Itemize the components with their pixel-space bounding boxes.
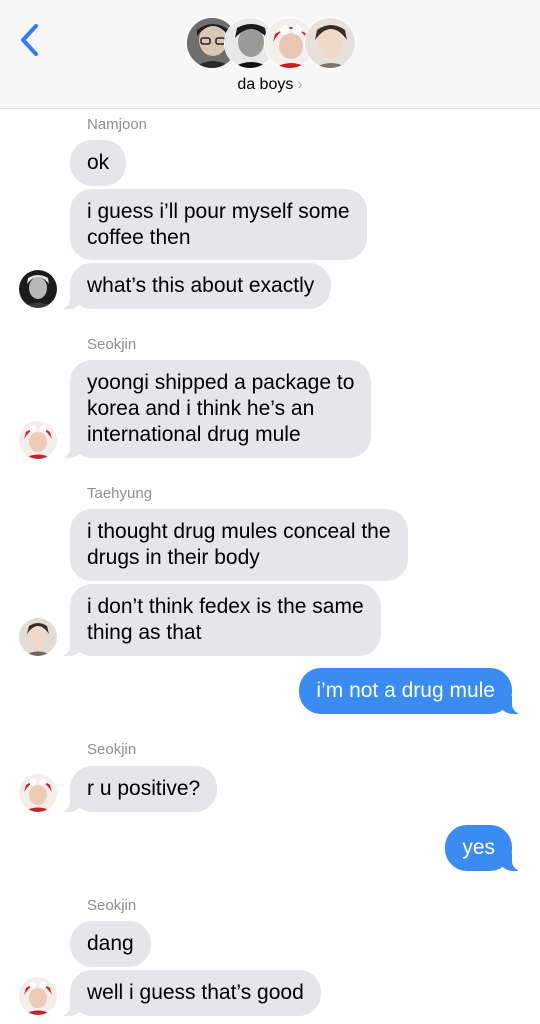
back-button[interactable] — [16, 22, 46, 58]
message-text: r u positive? — [87, 777, 201, 800]
message-text: coffee then — [87, 225, 191, 249]
message-bubble[interactable]: well i guess that’s good — [60, 970, 321, 1016]
sender-name: Seokjin — [87, 741, 137, 758]
conversation-header: da boys › — [0, 0, 540, 109]
avatar[interactable] — [19, 774, 57, 812]
sender-name: Namjoon — [87, 116, 148, 133]
group-avatars[interactable] — [186, 17, 356, 71]
message-text: international drug mule — [87, 423, 301, 446]
sender-name: Taehyung — [87, 485, 153, 502]
chevron-right-icon: › — [297, 76, 303, 93]
message-text: drugs in their body — [87, 546, 260, 569]
message-bubble[interactable]: yoongi shipped a package to korea and i … — [59, 360, 372, 458]
message-text: ok — [87, 151, 110, 174]
sender-name: Seokjin — [87, 897, 137, 914]
conversation-title[interactable]: da boys › — [0, 76, 540, 94]
message-text: korea and i think he’s an — [87, 397, 315, 420]
avatar[interactable] — [19, 421, 57, 459]
avatar[interactable] — [19, 270, 57, 308]
message-bubble[interactable]: i’m not a drug mule — [299, 668, 522, 714]
chevron-left-icon — [21, 24, 38, 56]
message-text: well i guess that’s good — [87, 981, 304, 1004]
message-bubble[interactable]: yes — [445, 825, 522, 871]
message-bubble[interactable]: dang — [70, 921, 151, 967]
avatar[interactable] — [19, 618, 57, 656]
message-bubble[interactable]: what’s this about exactly — [59, 263, 332, 309]
message-bubble[interactable]: i don’t think fedex is the same thing as… — [60, 584, 381, 656]
conversation-name: da boys — [237, 76, 294, 93]
message-text: yes — [462, 836, 495, 859]
message-text: what’s this about exactly — [87, 274, 315, 297]
message-text: i’m not a drug mule — [316, 679, 495, 702]
avatar[interactable] — [19, 977, 57, 1015]
avatar — [304, 17, 356, 69]
message-bubble[interactable]: i guess i’ll pour myself some coffee the… — [70, 189, 367, 260]
sender-name: Seokjin — [87, 336, 137, 353]
message-text: yoongi shipped a package to — [87, 371, 355, 394]
message-text: thing as that — [87, 621, 202, 644]
message-bubble[interactable]: i thought drug mules conceal the drugs i… — [70, 509, 408, 581]
message-text: i thought drug mules conceal the — [87, 520, 391, 543]
message-text: dang — [87, 932, 134, 955]
message-text: i don’t think fedex is the same — [87, 595, 364, 618]
message-bubble[interactable]: r u positive? — [59, 766, 218, 812]
message-bubble[interactable]: ok — [70, 140, 127, 186]
message-text: i guess i’ll pour myself some — [87, 199, 350, 223]
